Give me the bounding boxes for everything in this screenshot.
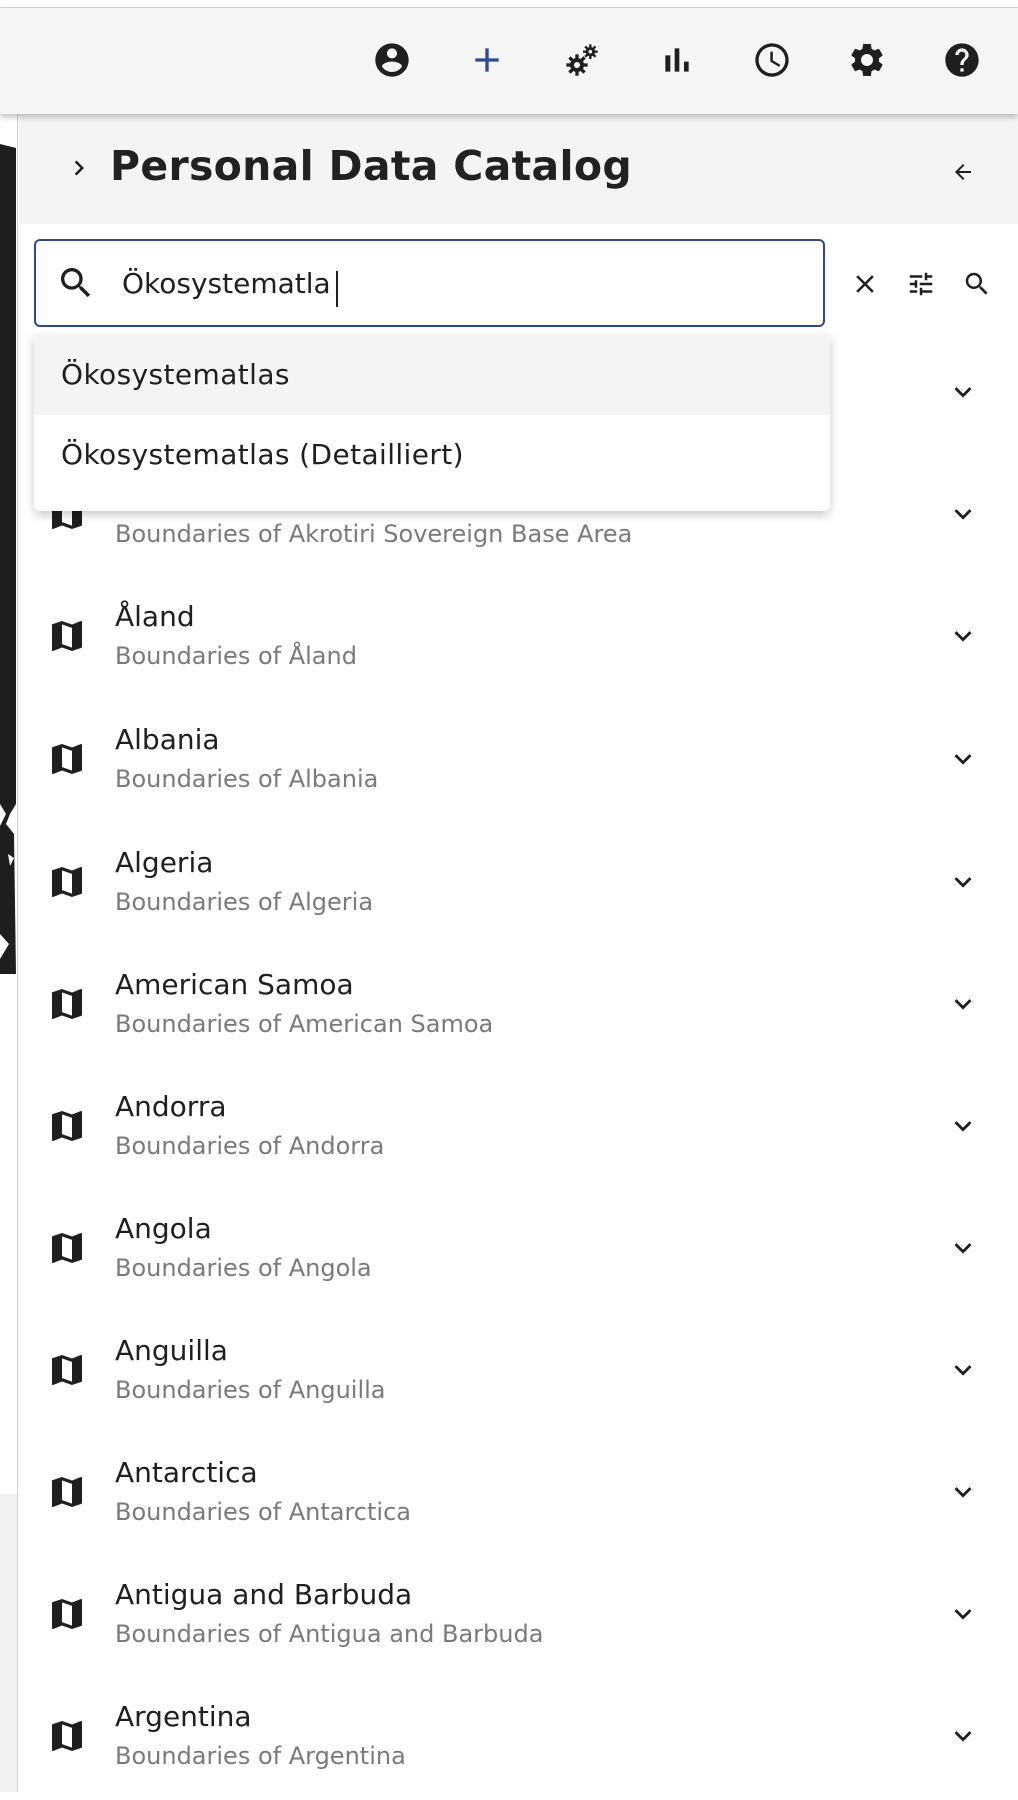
search-suggestions: Ökosystematlas Ökosystematlas (Detaillie…: [34, 335, 830, 511]
map-icon: [52, 1477, 82, 1507]
filter-tune-icon[interactable]: [899, 262, 943, 306]
chevron-down-icon[interactable]: [943, 862, 983, 902]
chevron-down-icon[interactable]: [943, 739, 983, 779]
search-box[interactable]: [34, 239, 825, 327]
help-icon[interactable]: [940, 38, 984, 82]
item-title: Anguilla: [115, 1334, 228, 1367]
bar-chart-icon[interactable]: [655, 38, 699, 82]
map-icon: [52, 1233, 82, 1263]
item-subtitle: Boundaries of Argentina: [115, 1742, 406, 1770]
suggestion-item[interactable]: Ökosystematlas: [34, 335, 830, 415]
search-icon: [61, 268, 91, 298]
arrow-back-icon[interactable]: [945, 154, 981, 190]
map-icon: [52, 1599, 82, 1629]
page-title: Personal Data Catalog: [110, 142, 632, 190]
plus-icon[interactable]: [465, 38, 509, 82]
panel-header: Personal Data Catalog: [19, 114, 1018, 224]
map-icon: [52, 989, 82, 1019]
chevron-down-icon[interactable]: [943, 984, 983, 1024]
list-item[interactable]: Algeria Boundaries of Algeria: [19, 824, 1018, 946]
list-item[interactable]: Andorra Boundaries of Andorra: [19, 1068, 1018, 1190]
item-subtitle: Boundaries of American Samoa: [115, 1010, 494, 1038]
browser-top-edge: [0, 0, 1018, 8]
item-title: Angola: [115, 1212, 212, 1245]
chevron-down-icon[interactable]: [943, 372, 983, 412]
cogs-icon[interactable]: [560, 38, 604, 82]
list-item[interactable]: Argentina Boundaries of Argentina: [19, 1678, 1018, 1800]
item-subtitle: Boundaries of Antigua and Barbuda: [115, 1620, 544, 1648]
item-subtitle: Boundaries of Algeria: [115, 888, 374, 916]
chevron-down-icon[interactable]: [943, 1350, 983, 1390]
list-item[interactable]: Anguilla Boundaries of Anguilla: [19, 1312, 1018, 1434]
map-icon: [52, 1111, 82, 1141]
list-item[interactable]: Angola Boundaries of Angola: [19, 1190, 1018, 1312]
clear-icon[interactable]: [843, 262, 887, 306]
chevron-down-icon[interactable]: [943, 1594, 983, 1634]
chevron-down-icon[interactable]: [943, 1472, 983, 1512]
settings-icon[interactable]: [845, 38, 889, 82]
list-item[interactable]: Albania Boundaries of Albania: [19, 701, 1018, 823]
item-title: Antarctica: [115, 1456, 258, 1489]
map-background[interactable]: [0, 114, 18, 1792]
item-subtitle: Boundaries of Antarctica: [115, 1498, 411, 1526]
item-title: Albania: [115, 723, 220, 756]
clock-icon[interactable]: [750, 38, 794, 82]
list-item[interactable]: American Samoa Boundaries of American Sa…: [19, 946, 1018, 1068]
chevron-down-icon[interactable]: [943, 616, 983, 656]
search-input[interactable]: [122, 259, 802, 307]
search-submit-icon[interactable]: [955, 262, 999, 306]
chevron-down-icon[interactable]: [943, 1228, 983, 1268]
item-title: Argentina: [115, 1700, 252, 1733]
item-subtitle: Boundaries of Anguilla: [115, 1376, 386, 1404]
item-title: Åland: [115, 600, 195, 633]
item-subtitle: Boundaries of Åland: [115, 642, 357, 670]
list-item[interactable]: Antarctica Boundaries of Antarctica: [19, 1434, 1018, 1556]
map-icon: [52, 621, 82, 651]
item-subtitle: Boundaries of Akrotiri Sovereign Base Ar…: [115, 520, 633, 548]
text-caret: [336, 271, 338, 307]
item-title: American Samoa: [115, 968, 354, 1001]
item-title: Antigua and Barbuda: [115, 1578, 413, 1611]
item-subtitle: Boundaries of Albania: [115, 765, 379, 793]
chevron-down-icon[interactable]: [943, 1106, 983, 1146]
top-toolbar: [0, 8, 1018, 114]
map-icon: [52, 1721, 82, 1751]
catalog-panel: Personal Data Catalog Boundaries of Akro…: [19, 114, 1018, 1792]
suggestion-item[interactable]: Ökosystematlas (Detailliert): [34, 415, 830, 495]
list-item[interactable]: Åland Boundaries of Åland: [19, 578, 1018, 700]
account-circle-icon[interactable]: [370, 38, 414, 82]
list-item[interactable]: Antigua and Barbuda Boundaries of Antigu…: [19, 1556, 1018, 1678]
item-subtitle: Boundaries of Andorra: [115, 1132, 385, 1160]
item-title: Algeria: [115, 846, 214, 879]
map-icon: [52, 867, 82, 897]
item-title: Andorra: [115, 1090, 227, 1123]
item-subtitle: Boundaries of Angola: [115, 1254, 372, 1282]
map-icon: [52, 1355, 82, 1385]
chevron-right-icon[interactable]: [61, 150, 97, 186]
map-icon: [52, 744, 82, 774]
chevron-down-icon[interactable]: [943, 1716, 983, 1756]
chevron-down-icon[interactable]: [943, 494, 983, 534]
